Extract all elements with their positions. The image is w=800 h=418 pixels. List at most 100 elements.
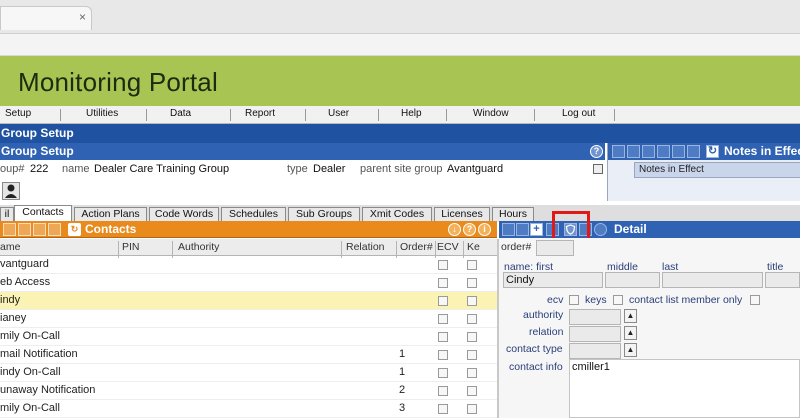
middle-name-field[interactable]: [605, 272, 660, 288]
app-banner: Monitoring Portal: [0, 56, 800, 106]
ecv-checkbox[interactable]: [438, 278, 448, 288]
shield-icon[interactable]: [672, 145, 685, 158]
table-row[interactable]: vantguard: [0, 256, 497, 274]
chevron-up-icon[interactable]: ▲: [624, 326, 637, 340]
edit-icon[interactable]: [18, 223, 31, 236]
authority-field[interactable]: [569, 309, 621, 325]
table-row[interactable]: ianey: [0, 310, 497, 328]
column-order[interactable]: Order#: [400, 241, 433, 253]
menu-divider: [230, 109, 231, 121]
column-authority[interactable]: Authority: [178, 241, 219, 253]
notes-column-header: Notes in Effect: [634, 162, 800, 178]
keys-checkbox[interactable]: [467, 404, 477, 414]
tab-xmit-codes[interactable]: Xmit Codes: [362, 207, 432, 222]
contact-info-field[interactable]: cmiller1: [569, 359, 800, 418]
contact-order: 1: [399, 366, 406, 378]
keys-checkbox[interactable]: [467, 350, 477, 360]
refresh-icon[interactable]: ↻: [706, 145, 719, 158]
menu-report[interactable]: Report: [245, 108, 275, 119]
table-row[interactable]: mily On-Call 3: [0, 400, 497, 418]
add-icon[interactable]: +: [530, 223, 543, 236]
last-name-field[interactable]: [662, 272, 763, 288]
column-pin[interactable]: PIN: [122, 241, 140, 253]
delete-icon[interactable]: [687, 145, 700, 158]
add-icon[interactable]: [3, 223, 16, 236]
table-row[interactable]: mail Notification 1: [0, 346, 497, 364]
ecv-checkbox[interactable]: [438, 332, 448, 342]
column-ecv[interactable]: ECV: [437, 241, 459, 253]
keys-checkbox[interactable]: [613, 295, 623, 305]
keys-checkbox[interactable]: [467, 368, 477, 378]
menu-logout[interactable]: Log out: [562, 108, 595, 119]
add-icon[interactable]: [642, 145, 655, 158]
menu-utilities[interactable]: Utilities: [86, 108, 118, 119]
info-icon[interactable]: i: [478, 223, 491, 236]
close-icon[interactable]: ×: [79, 10, 86, 24]
menu-user[interactable]: User: [328, 108, 349, 119]
refresh-icon[interactable]: ↻: [68, 223, 81, 236]
copy-icon[interactable]: [657, 145, 670, 158]
tab-action-plans[interactable]: Action Plans: [74, 207, 147, 222]
table-row[interactable]: eb Access: [0, 274, 497, 292]
notes-panel: ↻ Notes in Effec Notes in Effect: [607, 143, 800, 201]
type-value: Dealer: [313, 163, 346, 175]
tab-detail[interactable]: il: [0, 207, 14, 222]
ecv-checkbox[interactable]: [438, 260, 448, 270]
table-row[interactable]: indy On-Call 1: [0, 364, 497, 382]
keys-checkbox[interactable]: [467, 332, 477, 342]
column-relation[interactable]: Relation: [346, 241, 385, 253]
delete-icon[interactable]: [48, 223, 61, 236]
undo-icon[interactable]: [594, 223, 607, 236]
contacts-column-headers: ame PIN Authority Relation Order# ECV Ke: [0, 239, 497, 258]
chevron-up-icon[interactable]: ▲: [624, 309, 637, 323]
browser-tab[interactable]: ×: [0, 6, 92, 30]
tab-bar: il Contacts Action Plans Code Words Sche…: [0, 205, 800, 223]
grid-icon[interactable]: [502, 223, 515, 236]
menu-window[interactable]: Window: [473, 108, 509, 119]
relation-field[interactable]: [569, 326, 621, 342]
tab-code-words[interactable]: Code Words: [149, 207, 219, 222]
copy-icon[interactable]: [33, 223, 46, 236]
ecv-checkbox[interactable]: [438, 314, 448, 324]
column-keys[interactable]: Ke: [467, 241, 480, 253]
user-icon[interactable]: [2, 182, 20, 200]
edit-icon[interactable]: [516, 223, 529, 236]
ecv-checkbox[interactable]: [438, 350, 448, 360]
column-name[interactable]: ame: [0, 241, 20, 253]
grid-icon[interactable]: [612, 145, 625, 158]
chevron-up-icon[interactable]: ▲: [624, 343, 637, 357]
ecv-checkbox[interactable]: [438, 368, 448, 378]
contact-type-field[interactable]: [569, 343, 621, 359]
table-row[interactable]: unaway Notification 2: [0, 382, 497, 400]
browser-toolbar: [0, 34, 800, 56]
tab-sub-groups[interactable]: Sub Groups: [288, 207, 360, 222]
menu-data[interactable]: Data: [170, 108, 191, 119]
keys-checkbox[interactable]: [467, 386, 477, 396]
keys-checkbox[interactable]: [467, 260, 477, 270]
detail-form: order# name: first middle last title Cin…: [499, 238, 800, 418]
table-row[interactable]: mily On-Call: [0, 328, 497, 346]
help-icon[interactable]: ?: [590, 145, 603, 158]
table-row-selected[interactable]: indy: [0, 292, 497, 310]
edit-icon[interactable]: [627, 145, 640, 158]
tab-schedules[interactable]: Schedules: [221, 207, 286, 222]
ecv-checkbox[interactable]: [438, 386, 448, 396]
keys-checkbox[interactable]: [467, 278, 477, 288]
ecv-checkbox[interactable]: [569, 295, 579, 305]
notes-icon[interactable]: [593, 164, 603, 174]
help-icon[interactable]: ?: [463, 223, 476, 236]
tab-licenses[interactable]: Licenses: [434, 207, 490, 222]
keys-checkbox[interactable]: [467, 296, 477, 306]
tab-hours[interactable]: Hours: [492, 207, 534, 222]
first-name-field[interactable]: Cindy: [503, 272, 603, 288]
ecv-checkbox[interactable]: [438, 404, 448, 414]
order-field[interactable]: [536, 240, 574, 256]
menu-help[interactable]: Help: [401, 108, 422, 119]
title-field[interactable]: [765, 272, 800, 288]
keys-checkbox[interactable]: [467, 314, 477, 324]
ecv-checkbox[interactable]: [438, 296, 448, 306]
contact-list-member-checkbox[interactable]: [750, 295, 760, 305]
contact-name: mily On-Call: [0, 402, 60, 414]
down-arrow-icon[interactable]: ↓: [448, 223, 461, 236]
menu-setup[interactable]: Setup: [5, 108, 31, 119]
